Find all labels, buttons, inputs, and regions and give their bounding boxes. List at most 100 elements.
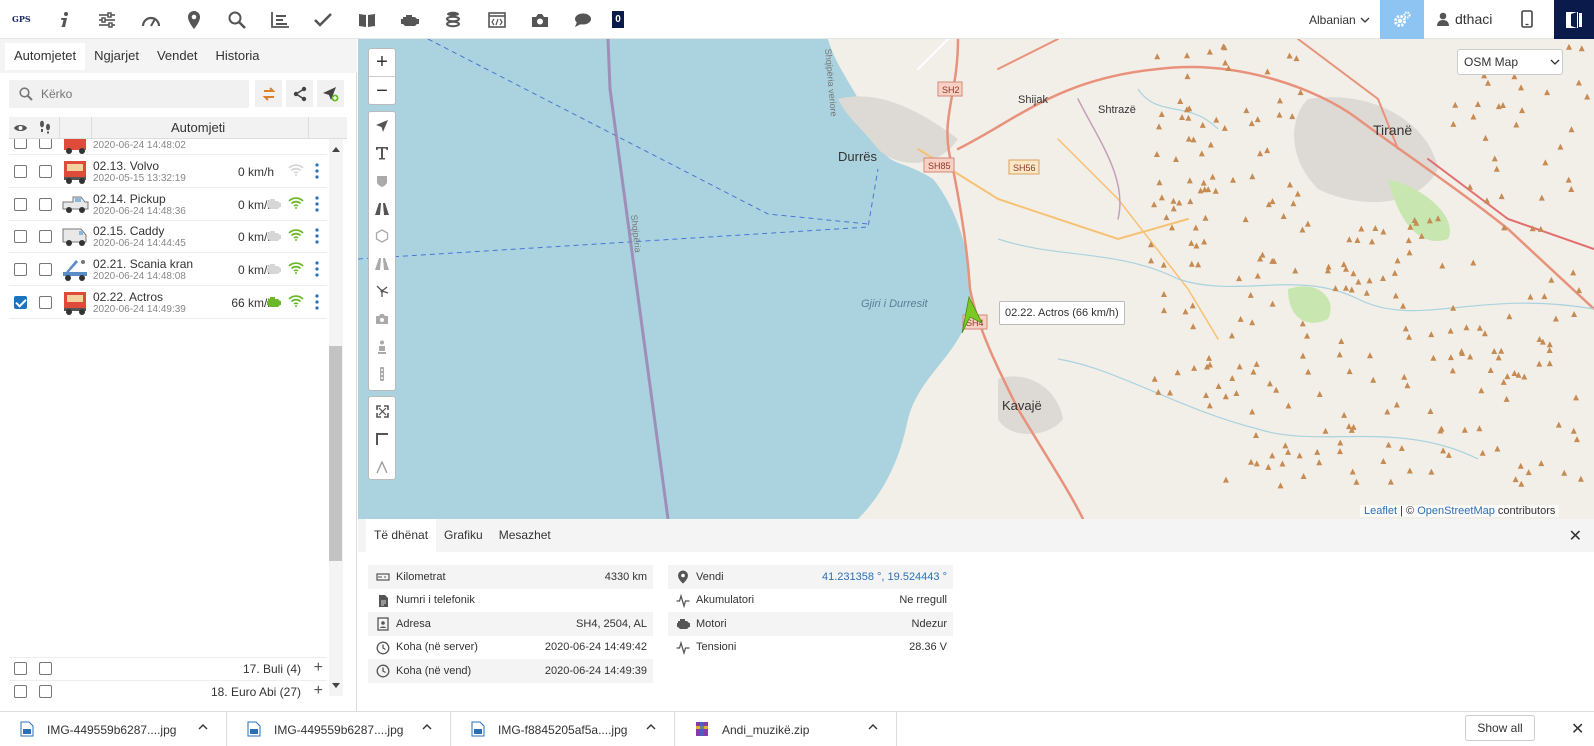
- search-input[interactable]: [41, 87, 231, 101]
- download-item[interactable]: IMG-449559b6287....jpg: [227, 712, 451, 746]
- eye-icon[interactable]: [13, 122, 28, 134]
- add-location-button[interactable]: [317, 80, 344, 107]
- search-icon[interactable]: [226, 9, 248, 31]
- download-item[interactable]: IMG-449559b6287....jpg: [0, 712, 227, 746]
- navigate-arrow-icon[interactable]: [369, 112, 395, 140]
- vehicle-row[interactable]: 02.22. Actros 2020-06-24 14:49:39 66 km/h: [9, 286, 327, 319]
- visibility-checkbox[interactable]: [14, 165, 27, 178]
- row-menu-icon[interactable]: [315, 195, 319, 213]
- tab-grafiku[interactable]: Grafiku: [436, 519, 491, 552]
- zoom-out-button[interactable]: −: [369, 77, 395, 105]
- angle-icon[interactable]: [369, 453, 395, 481]
- traffic-light-icon[interactable]: [369, 360, 395, 388]
- chevron-up-icon[interactable]: [646, 723, 656, 730]
- camera-icon[interactable]: [529, 9, 551, 31]
- network-icon[interactable]: [369, 278, 395, 306]
- fuel-icon[interactable]: [442, 9, 464, 31]
- show-all-button[interactable]: Show all: [1465, 715, 1535, 741]
- info-icon[interactable]: [53, 9, 75, 31]
- vehicle-row[interactable]: 02.15. Caddy 2020-06-24 14:44:45 0 km/h: [9, 220, 327, 254]
- speedometer-icon[interactable]: [140, 9, 162, 31]
- chevron-up-icon[interactable]: [422, 723, 432, 730]
- shield-check-icon[interactable]: [369, 167, 395, 195]
- swap-button[interactable]: [255, 80, 282, 107]
- vehicle-row[interactable]: 02.21. Scania kran 2020-06-24 14:48:08 0 k…: [9, 253, 327, 287]
- row-menu-icon[interactable]: [315, 162, 319, 180]
- language-select[interactable]: Albanian: [1303, 10, 1376, 30]
- map-view[interactable]: Durrës Tiranë Kavajë Shijak Shtrazë Gjir…: [358, 39, 1594, 519]
- map-layer-select[interactable]: OSM Map: [1457, 49, 1563, 75]
- column-title[interactable]: Automjeti: [171, 120, 225, 135]
- tab-automjetet[interactable]: Automjetet: [5, 43, 86, 70]
- share-button[interactable]: [286, 80, 313, 107]
- close-icon[interactable]: ✕: [1569, 526, 1582, 546]
- vehicle-row[interactable]: 02.14. Pickup 2020-06-24 14:48:36 0 km/h: [9, 188, 327, 221]
- tab-mesazhet[interactable]: Mesazhet: [491, 519, 559, 552]
- visibility-checkbox[interactable]: [14, 295, 27, 309]
- row-menu-icon[interactable]: [315, 260, 319, 278]
- expand-plus-icon[interactable]: +: [314, 659, 323, 677]
- track-checkbox[interactable]: [39, 197, 52, 211]
- visibility-checkbox[interactable]: [14, 263, 27, 277]
- check-icon[interactable]: [312, 9, 334, 31]
- chevron-up-icon[interactable]: [198, 723, 208, 730]
- visibility-checkbox[interactable]: [14, 197, 27, 211]
- row-menu-icon[interactable]: [315, 227, 319, 245]
- track-checkbox[interactable]: [39, 165, 52, 178]
- engine-icon[interactable]: [399, 9, 421, 31]
- track-checkbox[interactable]: [39, 139, 52, 149]
- code-window-icon[interactable]: [486, 9, 508, 31]
- fullscreen-icon[interactable]: [369, 397, 395, 425]
- download-item[interactable]: IMG-f8845205af5a....jpg: [451, 712, 675, 746]
- row-menu-icon[interactable]: [315, 293, 319, 311]
- group-visibility-checkbox[interactable]: [14, 685, 27, 698]
- footprints-icon[interactable]: [39, 120, 51, 134]
- camera-tool-icon[interactable]: [369, 305, 395, 333]
- track-checkbox[interactable]: [39, 295, 52, 309]
- visibility-checkbox[interactable]: [14, 139, 27, 149]
- map-canvas[interactable]: Durrës Tiranë Kavajë Shijak Shtrazë Gjir…: [358, 39, 1594, 519]
- chart-icon[interactable]: [269, 9, 291, 31]
- chat-icon[interactable]: [572, 9, 594, 31]
- sliders-icon[interactable]: [96, 9, 118, 31]
- ruler-icon[interactable]: [369, 425, 395, 453]
- road-faded-icon[interactable]: [369, 250, 395, 278]
- track-checkbox[interactable]: [39, 263, 52, 277]
- tab-vendet[interactable]: Vendet: [148, 43, 207, 70]
- group-track-checkbox[interactable]: [39, 685, 52, 698]
- map-pin-icon[interactable]: [183, 9, 205, 31]
- scrollbar-thumb[interactable]: [329, 346, 342, 561]
- person-icon[interactable]: [369, 333, 395, 361]
- detail-value[interactable]: 41.231358 °, 19.524443 °: [822, 571, 947, 583]
- osm-link[interactable]: OpenStreetMap: [1417, 505, 1495, 517]
- group-row[interactable]: 18. Euro Abi (27) +: [9, 680, 327, 702]
- mobile-icon[interactable]: [1521, 10, 1533, 28]
- settings-button[interactable]: [1380, 0, 1424, 39]
- notification-badge[interactable]: 0: [612, 11, 624, 28]
- tab-ngjarjet[interactable]: Ngjarjet: [85, 43, 148, 70]
- hexagon-icon[interactable]: [369, 222, 395, 250]
- track-checkbox[interactable]: [39, 230, 52, 244]
- leaflet-link[interactable]: Leaflet: [1364, 505, 1397, 517]
- download-item[interactable]: Andi_muzikë.zip: [675, 712, 897, 746]
- user-menu[interactable]: dthaci: [1437, 11, 1492, 27]
- tab-historia[interactable]: Historia: [206, 43, 268, 70]
- logout-button[interactable]: [1554, 0, 1594, 39]
- zoom-in-button[interactable]: +: [369, 49, 395, 77]
- tab-te-dhenat[interactable]: Të dhënat: [366, 519, 437, 552]
- vehicle-row[interactable]: 02.13. Volvo 2020-05-15 13:32:19 0 km/h: [9, 155, 327, 188]
- vehicle-row[interactable]: 2020-06-24 14:48:02: [9, 139, 327, 155]
- road-icon[interactable]: [369, 195, 395, 223]
- text-tool-icon[interactable]: [369, 140, 395, 168]
- visibility-checkbox[interactable]: [14, 230, 27, 244]
- scroll-up-icon[interactable]: [332, 147, 340, 152]
- close-icon[interactable]: ✕: [1571, 719, 1584, 739]
- group-track-checkbox[interactable]: [39, 662, 52, 675]
- chevron-up-icon[interactable]: [868, 723, 878, 730]
- expand-plus-icon[interactable]: +: [314, 682, 323, 700]
- scroll-down-icon[interactable]: [332, 683, 340, 688]
- gps-logo[interactable]: GPS: [12, 14, 31, 24]
- group-row[interactable]: 17. Buli (4) +: [9, 657, 327, 679]
- group-visibility-checkbox[interactable]: [14, 662, 27, 675]
- book-icon[interactable]: [356, 9, 378, 31]
